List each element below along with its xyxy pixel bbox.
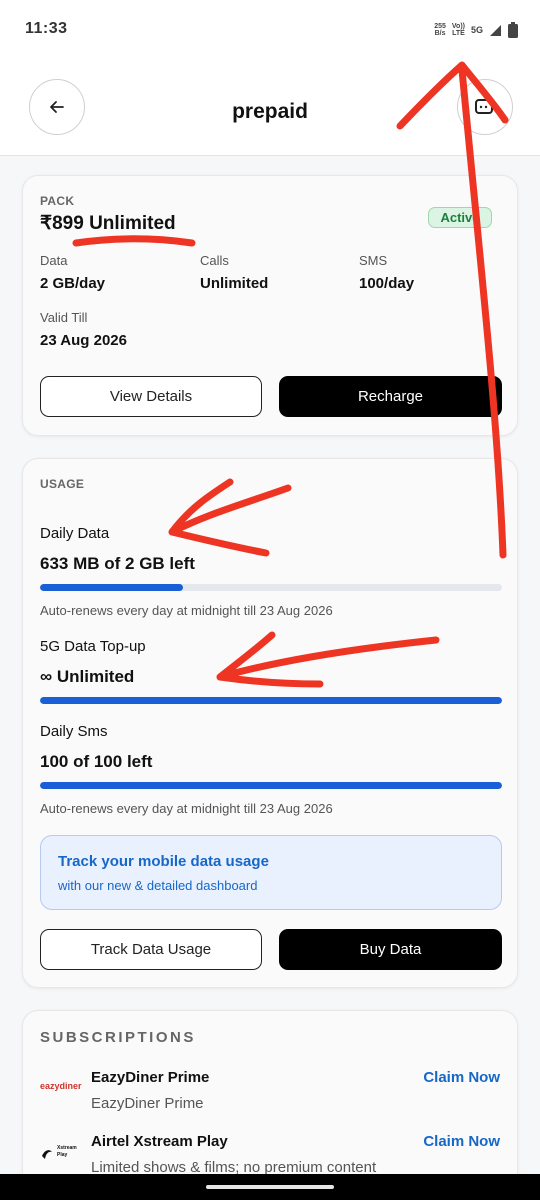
- claim-now-link[interactable]: Claim Now: [423, 1069, 500, 1086]
- topup-title: 5G Data Top-up: [40, 638, 146, 655]
- status-time: 11:33: [25, 20, 68, 37]
- navigation-bar: [0, 1174, 540, 1200]
- volte-top: Vo)): [451, 23, 465, 30]
- promo-title: Track your mobile data usage: [58, 853, 269, 870]
- subscriptions-section-label: SUBSCRIPTIONS: [40, 1029, 196, 1046]
- volte-indicator: Vo)) LTE: [452, 23, 465, 37]
- daily-sms-title: Daily Sms: [40, 723, 108, 740]
- network-type: 5G: [470, 25, 483, 35]
- topup-value: ∞ Unlimited: [40, 667, 135, 686]
- app-header: prepaid: [0, 60, 540, 156]
- subscriptions-card: SUBSCRIPTIONS eazydiner EazyDiner Prime …: [22, 1010, 518, 1190]
- valid-till-label: Valid Till: [40, 310, 88, 325]
- daily-data-title: Daily Data: [40, 525, 110, 542]
- help-button[interactable]: [457, 79, 513, 135]
- eazydiner-logo: eazydiner: [40, 1081, 82, 1091]
- track-data-usage-button[interactable]: Track Data Usage: [40, 929, 262, 970]
- sms-value: 100/day: [359, 275, 415, 292]
- xstream-logo-text-1: Xstream: [57, 1145, 77, 1151]
- track-usage-promo[interactable]: Track your mobile data usage with our ne…: [40, 835, 502, 910]
- status-badge: Active: [428, 207, 492, 228]
- pack-section-label: PACK: [40, 194, 75, 208]
- network-speed-unit: B/s: [434, 30, 446, 37]
- pack-name: ₹899 Unlimited: [40, 213, 176, 234]
- status-bar: 11:33 255 B/s Vo)) LTE 5G: [0, 0, 540, 60]
- home-gesture-handle[interactable]: [206, 1185, 334, 1189]
- pack-card: PACK ₹899 Unlimited Active Data 2 GB/day…: [22, 175, 518, 436]
- buy-data-button[interactable]: Buy Data: [279, 929, 502, 970]
- usage-section-label: USAGE: [40, 477, 85, 491]
- claim-now-link[interactable]: Claim Now: [423, 1133, 500, 1150]
- daily-data-progress-bar: [40, 584, 502, 591]
- data-label: Data: [40, 253, 68, 268]
- network-speed-indicator: 255 B/s: [434, 23, 446, 37]
- chat-icon: [475, 99, 493, 114]
- daily-data-value: 633 MB of 2 GB left: [40, 554, 195, 573]
- xstream-play-logo: Xstream Play: [40, 1142, 80, 1164]
- signal-icon: [490, 24, 501, 36]
- topup-progress-bar: [40, 697, 502, 704]
- valid-till-value: 23 Aug 2026: [40, 332, 127, 349]
- view-details-button[interactable]: View Details: [40, 376, 262, 417]
- sms-label: SMS: [359, 253, 388, 268]
- daily-sms-note: Auto-renews every day at midnight till 2…: [40, 801, 333, 816]
- subscription-title: EazyDiner Prime: [91, 1069, 210, 1086]
- recharge-button[interactable]: Recharge: [279, 376, 502, 417]
- xstream-logo-text-2: Play: [57, 1152, 68, 1158]
- daily-sms-progress-bar: [40, 782, 502, 789]
- volte-bottom: LTE: [452, 30, 465, 37]
- data-value: 2 GB/day: [40, 275, 106, 292]
- network-speed-value: 255: [434, 23, 446, 30]
- daily-sms-value: 100 of 100 left: [40, 752, 153, 771]
- daily-data-note: Auto-renews every day at midnight till 2…: [40, 603, 333, 618]
- battery-icon: [508, 22, 518, 38]
- promo-subtitle: with our new & detailed dashboard: [58, 878, 258, 893]
- calls-value: Unlimited: [200, 275, 269, 292]
- status-icons: 255 B/s Vo)) LTE 5G: [434, 20, 518, 40]
- topup-progress-fill: [40, 697, 502, 704]
- daily-sms-progress-fill: [40, 782, 502, 789]
- calls-label: Calls: [200, 253, 229, 268]
- daily-data-progress-fill: [40, 584, 183, 591]
- usage-card: USAGE Daily Data 633 MB of 2 GB left Aut…: [22, 458, 518, 988]
- subscription-subtitle: EazyDiner Prime: [91, 1095, 204, 1112]
- subscription-title: Airtel Xstream Play: [91, 1133, 228, 1150]
- xstream-play-mark: [42, 1150, 52, 1159]
